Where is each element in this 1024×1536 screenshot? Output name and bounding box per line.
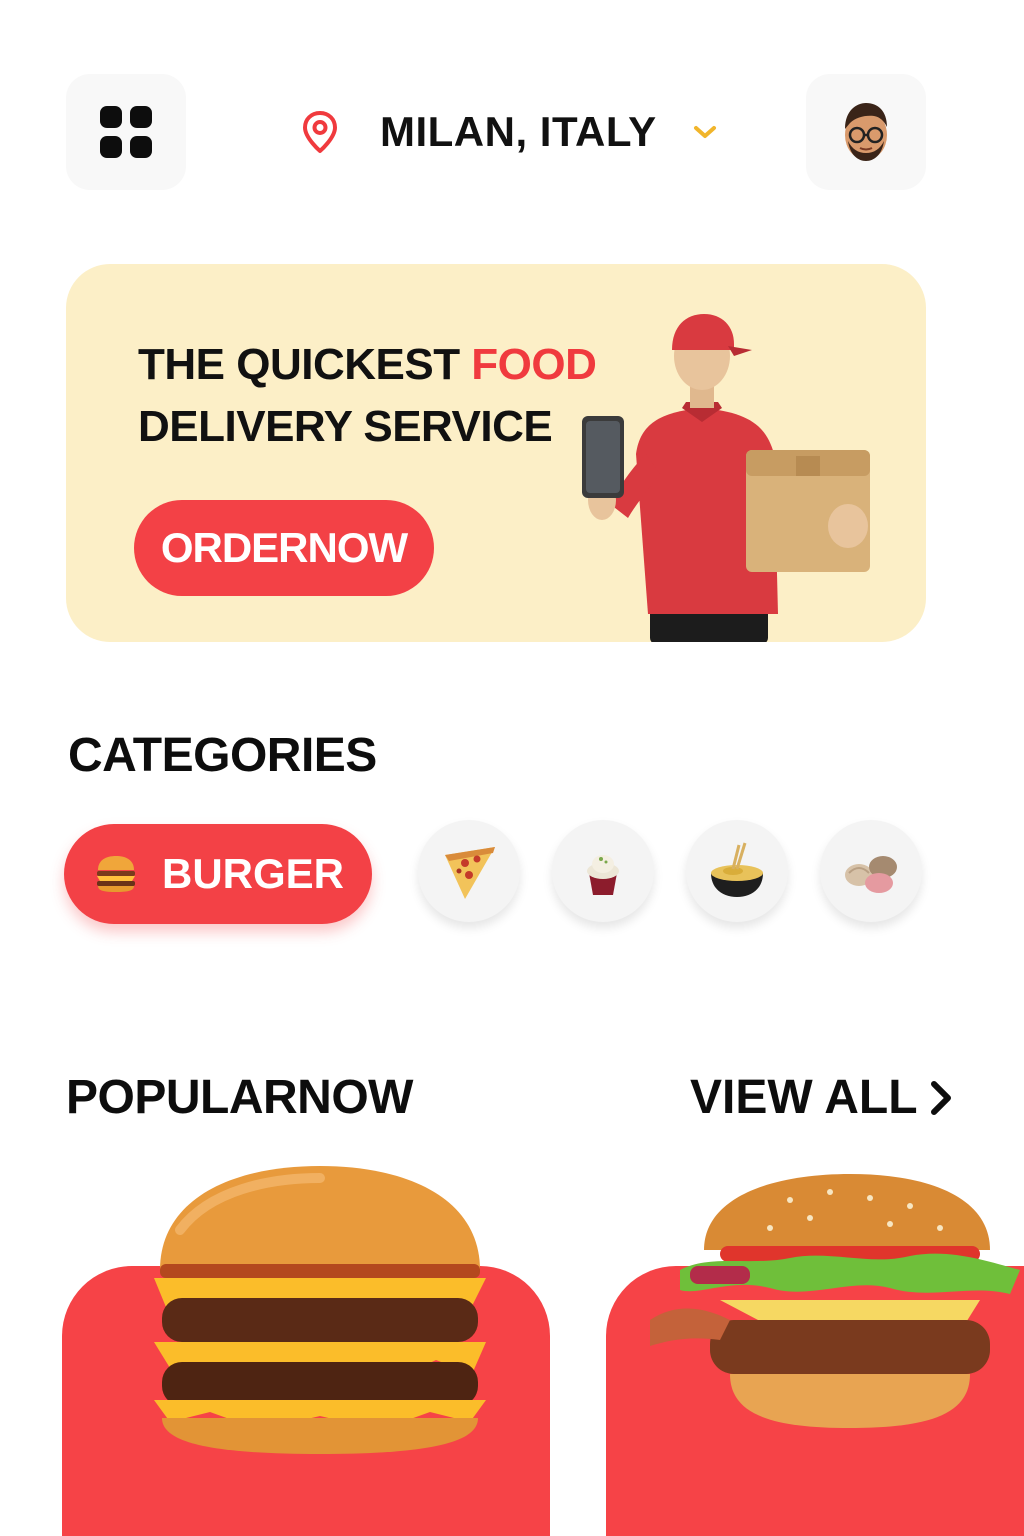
popular-now-title: POPULARNOW [66,1071,413,1124]
category-burger-label: BURGER [162,850,345,897]
location-pin-icon [303,111,337,153]
promo-banner: THE QUICKEST FOOD DELIVERY SERVICE ORDER… [66,264,926,642]
user-avatar-icon [845,103,887,161]
banner-title: THE QUICKEST FOOD DELIVERY SERVICE [138,334,598,458]
location-label: MILAN, ITALY [380,108,657,155]
category-pizza-button[interactable] [418,820,520,922]
category-dumplings-button[interactable] [820,820,922,922]
burger-icon [97,856,135,892]
chevron-down-icon [693,126,716,138]
banner-title-part2: DELIVERY SERVICE [138,402,553,451]
view-all-link[interactable]: VIEW ALL [690,1070,954,1125]
location-selector[interactable]: MILAN, ITALY [300,100,719,164]
profile-button[interactable] [806,74,926,190]
categories-title: CATEGORIES [68,729,377,782]
category-cupcake-button[interactable] [552,820,654,922]
chevron-right-icon [930,1080,951,1115]
double-cheeseburger-image [154,1166,486,1454]
cupcake-icon [587,855,619,895]
pizza-icon [445,847,495,899]
delivery-courier-illustration [582,314,870,642]
classic-burger-image [650,1174,1020,1428]
category-noodles-button[interactable] [686,820,788,922]
category-burger-chip[interactable]: BURGER [64,824,372,924]
view-all-label: VIEW ALL [690,1071,918,1124]
food-delivery-home-screen: MILAN, ITALY THE QUICKEST FOOD DELIVERY … [0,0,1024,1536]
menu-button[interactable] [66,74,186,190]
grid-menu-icon [100,106,152,158]
order-now-button[interactable]: ORDERNOW [134,500,434,596]
dumpling-icon [845,856,897,893]
noodle-bowl-icon [711,842,763,897]
banner-title-part1: THE QUICKEST [138,340,472,389]
